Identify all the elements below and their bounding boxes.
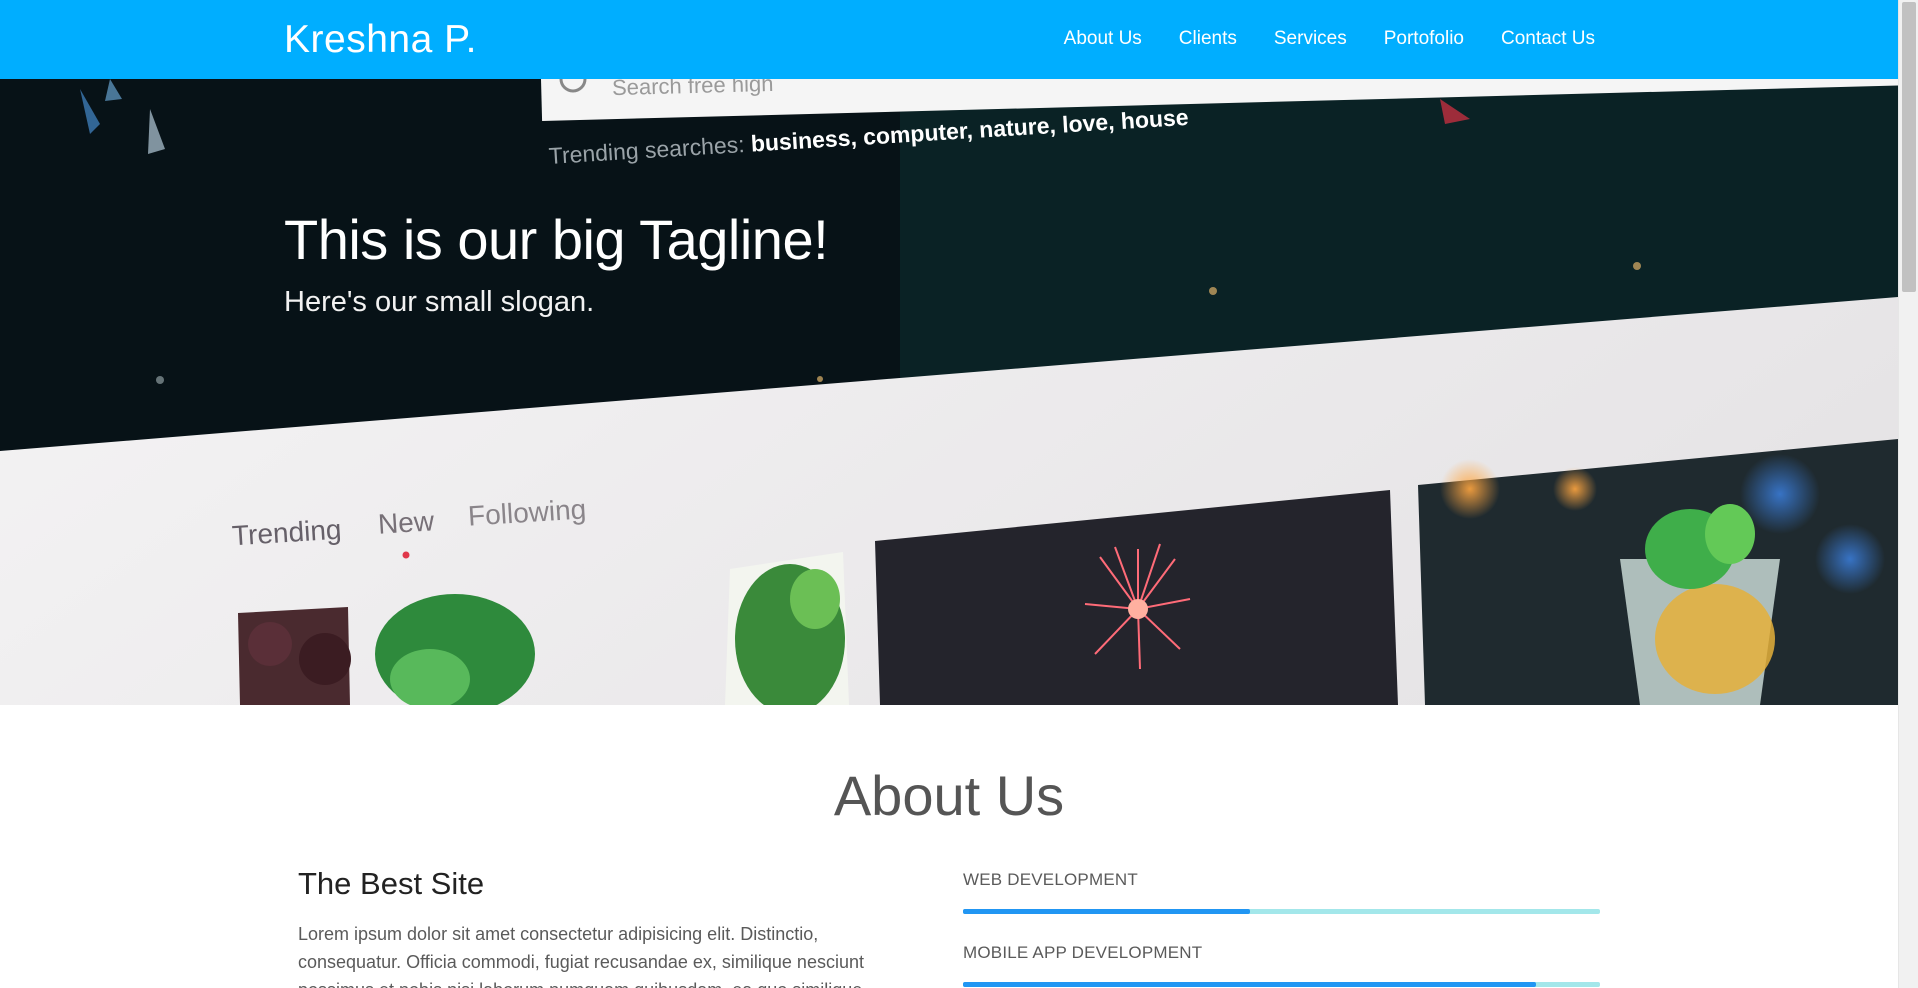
skills-panel: WEB DEVELOPMENT MOBILE APP DEVELOPMENT — [963, 870, 1600, 988]
hero-slogan: Here's our small slogan. — [284, 286, 595, 318]
skill-progress-fill — [963, 982, 1537, 987]
nav-link-clients[interactable]: Clients — [1179, 28, 1237, 50]
photo-tab-trending: Trending — [231, 513, 343, 552]
about-paragraph: Lorem ipsum dolor sit amet consectetur a… — [298, 924, 864, 988]
nav-link-portfolio[interactable]: Portofolio — [1384, 28, 1464, 50]
nav-link-contact-us[interactable]: Contact Us — [1501, 28, 1595, 50]
scrollbar-thumb[interactable] — [1902, 2, 1916, 292]
brand-logo[interactable]: Kreshna P. — [284, 18, 477, 62]
hero-banner: Search free high Trending searches: busi… — [0, 79, 1898, 705]
hero-content: This is our big Tagline! Here's our smal… — [284, 207, 829, 319]
skill-progress-bar — [963, 909, 1600, 914]
photo-tab-new: New — [377, 505, 435, 540]
skill-mobile-app-development: MOBILE APP DEVELOPMENT — [963, 943, 1600, 987]
about-section-title: About Us — [833, 764, 1065, 827]
hero-background-image — [0, 79, 1898, 705]
nav-links: About Us Clients Services Portofolio Con… — [1027, 28, 1595, 50]
skill-label: MOBILE APP DEVELOPMENT — [963, 943, 1203, 962]
skill-progress-fill — [963, 909, 1250, 914]
nav-link-services[interactable]: Services — [1274, 28, 1347, 50]
hero-tagline: This is our big Tagline! — [284, 208, 829, 271]
skill-progress-bar — [963, 982, 1600, 987]
nav-link-about-us[interactable]: About Us — [1064, 28, 1142, 50]
about-subtitle: The Best Site — [298, 866, 485, 901]
about-description: The Best Site Lorem ipsum dolor sit amet… — [298, 866, 922, 988]
page-scrollbar[interactable] — [1898, 0, 1918, 988]
skill-label: WEB DEVELOPMENT — [963, 870, 1138, 889]
top-navbar: Kreshna P. About Us Clients Services Por… — [0, 0, 1898, 79]
skill-web-development: WEB DEVELOPMENT — [963, 870, 1600, 914]
